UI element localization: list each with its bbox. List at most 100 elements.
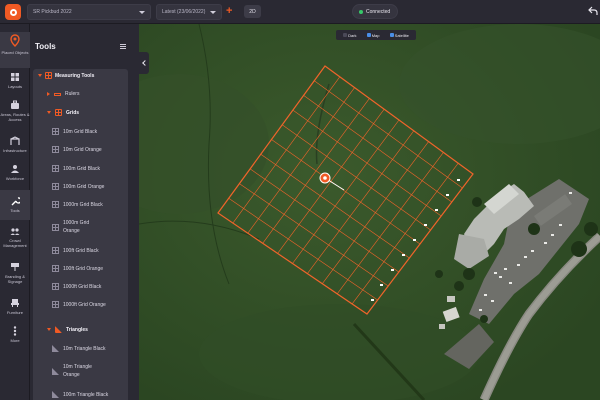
- list-item[interactable]: 10m Triangle Orange: [52, 363, 128, 379]
- undo-icon[interactable]: [588, 6, 598, 16]
- furniture-icon: [11, 299, 19, 307]
- grid-icon: [52, 183, 59, 190]
- areas-icon: [11, 100, 19, 109]
- sidebar-item-tools[interactable]: Tools: [0, 190, 30, 220]
- app-logo-button[interactable]: [5, 4, 21, 20]
- list-item-label: 1000ft Grid Orange: [63, 301, 106, 308]
- infrastructure-icon: [10, 136, 20, 145]
- tree-group-label: Triangles: [66, 326, 88, 333]
- sidebar-item-label: Layouts: [7, 84, 22, 89]
- sidebar-item-furniture[interactable]: Furniture: [0, 298, 30, 320]
- list-item-label: 100m Grid Orange: [63, 183, 105, 190]
- chevron-down-icon: [38, 74, 42, 77]
- grid-icon: [52, 265, 59, 272]
- tree-group-triangles[interactable]: Triangles: [47, 326, 128, 333]
- map-type-label: Satellite: [394, 32, 409, 38]
- grid-icon: [52, 128, 59, 135]
- project-select[interactable]: SR Pickbud 2022: [27, 4, 151, 20]
- logo-icon: [9, 8, 17, 16]
- map-icon: [366, 33, 371, 37]
- list-item[interactable]: 10m Grid Black: [52, 128, 128, 135]
- tools-tree: Measuring Tools Rulers Grids 10m Grid Bl…: [33, 69, 128, 400]
- triangle-icon: [52, 368, 59, 375]
- tools-icon: [11, 197, 20, 206]
- panel-title: Tools: [35, 42, 56, 51]
- list-item[interactable]: 10m Triangle Black: [52, 345, 128, 352]
- sidebar-item-label: Crowd Management: [3, 238, 27, 248]
- triangle-icon: [52, 391, 59, 398]
- sidebar-item-label: Workforce: [5, 176, 25, 181]
- map-type-dark[interactable]: Dark: [343, 32, 357, 38]
- status-label: Connected: [366, 8, 391, 15]
- map-type-map[interactable]: Map: [366, 32, 380, 38]
- list-item-label: 10m Grid Orange: [63, 146, 102, 153]
- workforce-icon: [11, 165, 19, 173]
- grid-icon: [52, 283, 59, 290]
- grid-icon: [52, 165, 59, 172]
- sidebar-item-layouts[interactable]: Layouts: [0, 72, 30, 92]
- sidebar-item-placed-objects[interactable]: Placed Objects: [0, 32, 30, 68]
- list-item-label: 1000ft Grid Black: [63, 283, 102, 290]
- tree-group-label: Measuring Tools: [55, 72, 95, 79]
- sidebar-item-label: Branding & Signage: [5, 274, 25, 284]
- sidebar-item-more[interactable]: More: [0, 326, 30, 348]
- sidebar-item-infrastructure[interactable]: Infrastructure: [0, 136, 30, 158]
- sidebar-item-label: Furniture: [6, 310, 23, 315]
- view-mode-2d-button[interactable]: 2D: [244, 5, 261, 18]
- list-item-label: 100m Grid Black: [63, 165, 100, 172]
- chevron-down-icon: [210, 10, 216, 14]
- triangle-icon: [55, 326, 62, 333]
- ruler-icon: [54, 92, 61, 96]
- list-item-label: 1000m Grid Orange: [63, 220, 90, 234]
- satellite-icon: [389, 33, 394, 37]
- chevron-left-icon: [142, 60, 148, 66]
- list-item[interactable]: 1000ft Grid Orange: [52, 301, 128, 308]
- satellite-map[interactable]: [139, 24, 600, 400]
- collapse-panel-button[interactable]: [139, 52, 149, 74]
- list-item[interactable]: 10m Grid Orange: [52, 146, 128, 153]
- list-item[interactable]: 100m Grid Black: [52, 165, 128, 172]
- sidebar-item-areas[interactable]: Areas, Routes & Access: [0, 100, 30, 130]
- list-item[interactable]: 1000ft Grid Black: [52, 283, 128, 290]
- list-item[interactable]: 100m Grid Orange: [52, 183, 128, 190]
- list-item[interactable]: 100ft Grid Orange: [52, 265, 128, 272]
- list-item[interactable]: 1000m Grid Black: [52, 201, 128, 208]
- grid-icon: [52, 301, 59, 308]
- map-type-label: Dark: [348, 32, 357, 38]
- date-select[interactable]: Latest (23/06/2022): [156, 4, 222, 20]
- signage-icon: [11, 263, 19, 271]
- grid-icon: [52, 224, 59, 231]
- grid-icon: [52, 146, 59, 153]
- tree-group-measuring-tools[interactable]: Measuring Tools: [38, 72, 128, 79]
- sidebar-item-label: Tools: [10, 208, 20, 213]
- map-view[interactable]: [139, 24, 600, 400]
- pin-icon: [10, 34, 20, 47]
- add-button[interactable]: +: [226, 5, 232, 17]
- date-select-value: Latest (23/06/2022): [162, 9, 206, 15]
- map-type-label: Map: [371, 32, 380, 38]
- list-item[interactable]: 1000m Grid Orange: [52, 219, 128, 235]
- sidebar-item-branding-signage[interactable]: Branding & Signage: [0, 262, 30, 292]
- sidebar-item-label: Infrastructure: [3, 148, 27, 153]
- list-item-label: 10m Triangle Orange: [63, 364, 92, 378]
- tree-group-label: Grids: [66, 109, 80, 116]
- sidebar-item-label: Placed Objects: [1, 50, 29, 55]
- chevron-down-icon: [47, 111, 51, 114]
- list-item-label: 100m Triangle Black: [63, 391, 109, 398]
- list-item[interactable]: 100m Triangle Black: [52, 391, 128, 398]
- status-dot-icon: [359, 9, 363, 14]
- sidebar-item-crowd-management[interactable]: Crowd Management: [0, 226, 30, 256]
- list-item[interactable]: 100ft Grid Black: [52, 247, 128, 254]
- dark-map-icon: [343, 33, 348, 37]
- sidebar-item-workforce[interactable]: Workforce: [0, 164, 30, 186]
- tree-group-grids[interactable]: Grids: [47, 109, 128, 116]
- map-type-satellite[interactable]: Satellite: [389, 32, 409, 38]
- project-select-value: SR Pickbud 2022: [33, 9, 72, 15]
- tree-group-rulers[interactable]: Rulers: [47, 91, 128, 97]
- list-item-label: 100ft Grid Black: [63, 247, 99, 254]
- map-type-switcher: Dark Map Satellite: [336, 30, 416, 40]
- connection-status: Connected: [352, 4, 398, 19]
- top-bar: SR Pickbud 2022 Latest (23/06/2022) + 2D…: [0, 0, 600, 24]
- menu-icon[interactable]: [120, 44, 126, 49]
- crowd-icon: [10, 228, 20, 235]
